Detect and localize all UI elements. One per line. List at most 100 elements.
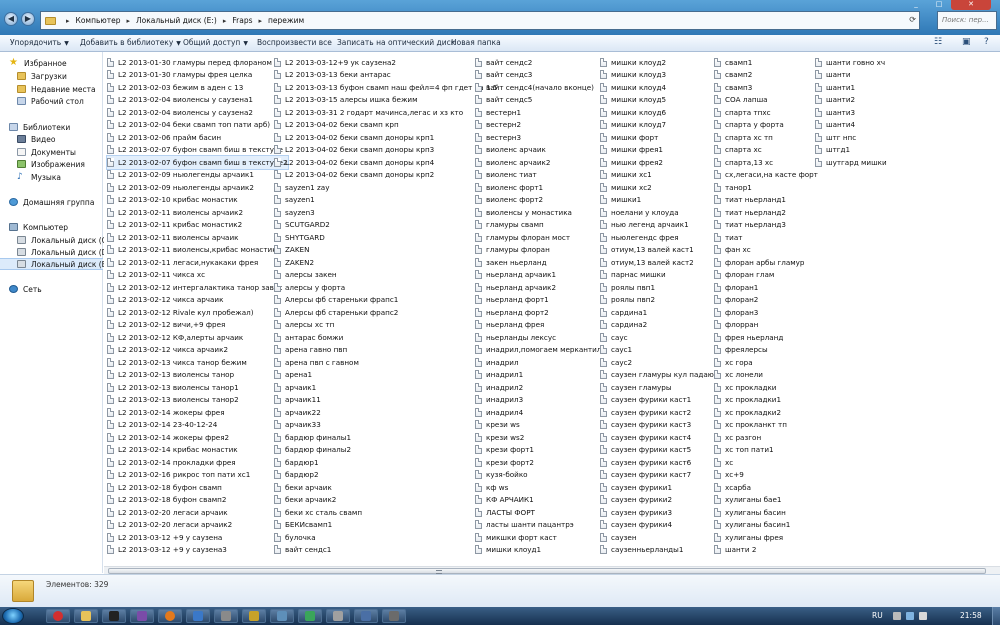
file-item[interactable]: хс лонели bbox=[714, 369, 818, 382]
file-item[interactable]: саузен фурики1 bbox=[600, 481, 718, 494]
file-item[interactable]: мишки клоуд7 bbox=[600, 119, 718, 132]
file-item[interactable]: виоленс арчаик2 bbox=[475, 156, 606, 169]
share-button[interactable]: Общий доступ ▼ bbox=[183, 38, 248, 47]
file-item[interactable]: вайт сендс1 bbox=[274, 544, 497, 557]
file-item[interactable]: L2 2013-02-18 буфон свамп2 bbox=[107, 494, 288, 507]
file-item[interactable]: хс+9 bbox=[714, 469, 818, 482]
file-item[interactable]: бардюр финалы1 bbox=[274, 431, 497, 444]
file-item[interactable]: флоран2 bbox=[714, 294, 818, 307]
file-item[interactable]: фрея ньерланд bbox=[714, 331, 818, 344]
file-item[interactable]: SHYTGARD bbox=[274, 231, 497, 244]
file-item[interactable]: L2 2013-02-14 крибас монастик bbox=[107, 444, 288, 457]
file-item[interactable]: крези форт2 bbox=[475, 456, 606, 469]
file-item[interactable]: виоленс арчаик bbox=[475, 144, 606, 157]
file-item[interactable]: L2 2013-02-04 виоленсы у саузена1 bbox=[107, 94, 288, 107]
file-item[interactable]: арчаик22 bbox=[274, 406, 497, 419]
file-item[interactable]: вестерн2 bbox=[475, 119, 606, 132]
sidebar-item-disk-e[interactable]: Локальный диск (E:) bbox=[0, 258, 112, 270]
file-item[interactable]: мишки фрея1 bbox=[600, 144, 718, 157]
file-item[interactable]: штгд1 bbox=[815, 144, 887, 157]
file-item[interactable]: танор1 bbox=[714, 181, 818, 194]
file-item[interactable]: sayzen3 bbox=[274, 206, 497, 219]
file-item[interactable]: L2 2013-02-04 беки свамп топ пати арб) bbox=[107, 119, 288, 132]
file-item[interactable]: нью легенд арчаик1 bbox=[600, 219, 718, 232]
file-item[interactable]: L2 2013-01-30 гламуры фрея целка bbox=[107, 69, 288, 82]
breadcrumb-current-folder[interactable]: пережим bbox=[268, 16, 304, 25]
file-item[interactable]: тиат ньерланд3 bbox=[714, 219, 818, 232]
file-item[interactable]: хс прокладки1 bbox=[714, 394, 818, 407]
chevron-right-icon[interactable]: ▸ bbox=[126, 17, 130, 25]
chevron-right-icon[interactable]: ▸ bbox=[223, 17, 227, 25]
file-item[interactable]: тиат bbox=[714, 231, 818, 244]
file-item[interactable]: шанти3 bbox=[815, 106, 887, 119]
file-item[interactable]: мишки клоуд4 bbox=[600, 81, 718, 94]
file-item[interactable]: хулиганы басин1 bbox=[714, 519, 818, 532]
file-item[interactable]: L2 2013-04-02 беки свамп доноры крп2 bbox=[274, 169, 497, 182]
file-item[interactable]: гламуры флоран bbox=[475, 244, 606, 257]
file-item[interactable]: спарта у форта bbox=[714, 119, 818, 132]
file-item[interactable]: саузен фурики каст7 bbox=[600, 469, 718, 482]
horizontal-scrollbar[interactable] bbox=[104, 566, 1000, 574]
file-item[interactable]: саус bbox=[600, 331, 718, 344]
file-item[interactable]: L2 2013-02-07 буфон свамп биш в текстуре… bbox=[106, 155, 289, 170]
file-item[interactable]: алерсы у форта bbox=[274, 281, 497, 294]
file-item[interactable]: L2 2013-04-02 беки свамп доноры крп4 bbox=[274, 156, 497, 169]
file-item[interactable]: ньерланд арчаик1 bbox=[475, 269, 606, 282]
file-item[interactable]: L2 2013-02-14 жокеры фрея bbox=[107, 406, 288, 419]
file-item[interactable]: L2 2013-02-14 прокладки фрея bbox=[107, 456, 288, 469]
file-item[interactable]: Алерсы фб стареньки фрапс2 bbox=[274, 306, 497, 319]
file-item[interactable]: саус2 bbox=[600, 356, 718, 369]
file-item[interactable]: виоленс форт2 bbox=[475, 194, 606, 207]
file-item[interactable]: sayzen1 bbox=[274, 194, 497, 207]
file-item[interactable]: саузен фурики каст4 bbox=[600, 431, 718, 444]
file-item[interactable]: СОА лапша bbox=[714, 94, 818, 107]
file-item[interactable]: ньюлегендс фрея bbox=[600, 231, 718, 244]
file-item[interactable]: L2 2013-02-20 легаси арчаик bbox=[107, 506, 288, 519]
file-item[interactable]: флоран1 bbox=[714, 281, 818, 294]
file-item[interactable]: L2 2013-03-12+9 ук саузена2 bbox=[274, 56, 497, 69]
file-item[interactable]: мишки клоуд3 bbox=[600, 69, 718, 82]
file-item[interactable]: хулиганы басин bbox=[714, 506, 818, 519]
file-item[interactable]: крези ws2 bbox=[475, 431, 606, 444]
file-item[interactable]: L2 2013-02-11 виоленсы арчаик bbox=[107, 231, 288, 244]
file-item[interactable]: гламуры свамп bbox=[475, 219, 606, 232]
file-item[interactable]: ньерланд форт1 bbox=[475, 294, 606, 307]
file-item[interactable]: беки хс сталь свамп bbox=[274, 506, 497, 519]
file-item[interactable]: арена1 bbox=[274, 369, 497, 382]
file-item[interactable]: вайт сендс4(начало вконце) bbox=[475, 81, 606, 94]
file-item[interactable]: арчаик33 bbox=[274, 419, 497, 432]
file-item[interactable]: ласты шанти пацантрэ bbox=[475, 519, 606, 532]
help-icon[interactable]: ? bbox=[984, 37, 989, 47]
file-item[interactable]: L2 2013-04-02 беки свамп крп bbox=[274, 119, 497, 132]
file-item[interactable]: L2 2013-02-12 КФ,алерты арчаик bbox=[107, 331, 288, 344]
file-item[interactable]: L2 2013-02-07 буфон свамп биш в текстуре bbox=[107, 144, 288, 157]
file-item[interactable]: инадрил,помогаем меркантиль bbox=[475, 344, 606, 357]
file-item[interactable]: SCUTGARD2 bbox=[274, 219, 497, 232]
file-item[interactable]: L2 2013-03-13 буфон свамп наш фейл=4 фп … bbox=[274, 81, 497, 94]
file-item[interactable]: L2 2013-02-13 виоленсы танор2 bbox=[107, 394, 288, 407]
file-item[interactable]: булочка bbox=[274, 531, 497, 544]
search-input[interactable]: Поиск: пер... bbox=[937, 11, 997, 30]
breadcrumb-computer[interactable]: Компьютер bbox=[76, 16, 121, 25]
file-item[interactable]: шутгард мишки bbox=[815, 156, 887, 169]
file-item[interactable]: шанти1 bbox=[815, 81, 887, 94]
taskbar-app-explorer[interactable] bbox=[74, 609, 98, 623]
file-item[interactable]: сардина2 bbox=[600, 319, 718, 332]
file-item[interactable]: флоран глам bbox=[714, 269, 818, 282]
sidebar-item-computer[interactable]: Компьютер bbox=[9, 221, 112, 233]
file-item[interactable]: ньерланд форт2 bbox=[475, 306, 606, 319]
file-item[interactable]: тиат ньерланд2 bbox=[714, 206, 818, 219]
file-item[interactable]: L2 2013-03-12 +9 у саузена bbox=[107, 531, 288, 544]
file-item[interactable]: крези форт1 bbox=[475, 444, 606, 457]
file-item[interactable]: виоленс форт1 bbox=[475, 181, 606, 194]
close-button[interactable]: ✕ bbox=[951, 0, 991, 10]
file-item[interactable]: инадрил2 bbox=[475, 381, 606, 394]
file-item[interactable]: хулиганы фрея bbox=[714, 531, 818, 544]
file-item[interactable]: флоран арбы гламур bbox=[714, 256, 818, 269]
file-item[interactable]: тиат ньерланд1 bbox=[714, 194, 818, 207]
sidebar-item-libraries[interactable]: Библиотеки bbox=[9, 121, 112, 133]
file-item[interactable]: спарта хс тп bbox=[714, 131, 818, 144]
file-item[interactable]: L2 2013-02-11 виоленсы,крибас монастик bbox=[107, 244, 288, 257]
file-item[interactable]: саузен фурики каст1 bbox=[600, 394, 718, 407]
file-item[interactable]: L2 2013-02-14 жокеры фрея2 bbox=[107, 431, 288, 444]
